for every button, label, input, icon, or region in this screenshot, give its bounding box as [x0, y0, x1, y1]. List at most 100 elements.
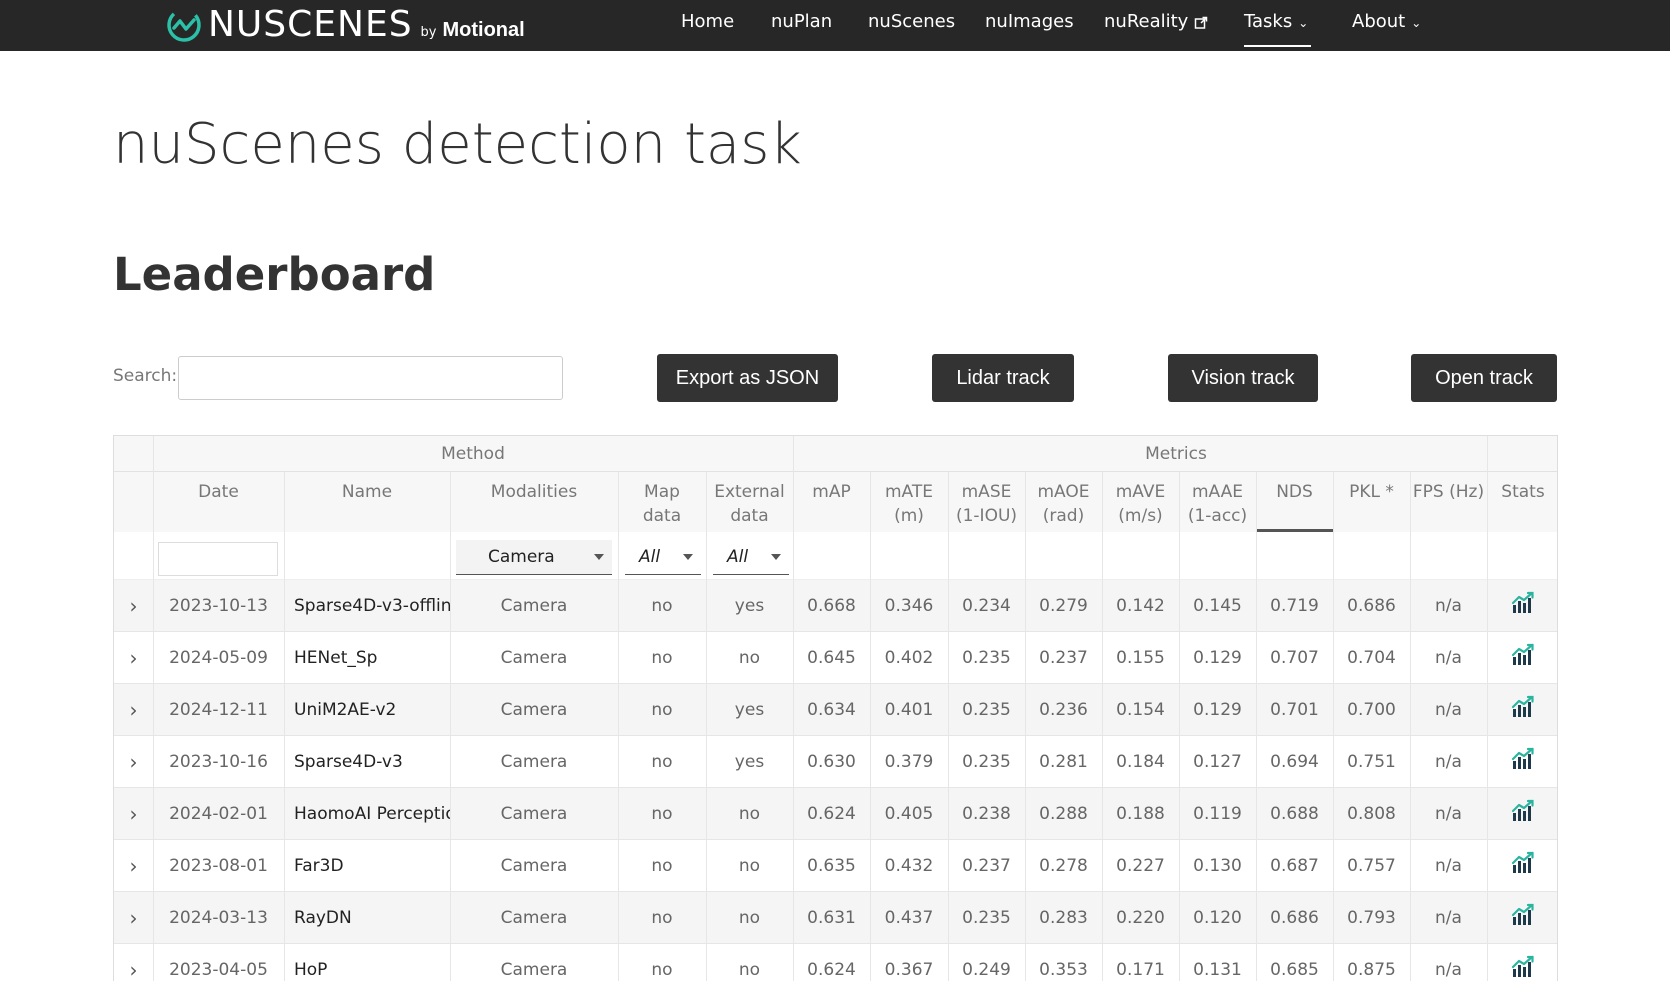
stats-chart-icon[interactable] [1511, 903, 1535, 932]
vision-track-button[interactable]: Vision track [1168, 354, 1318, 402]
nuscenes-logo[interactable]: NUSCENES by Motional [162, 2, 525, 48]
header-mate[interactable]: mATE (m) [870, 472, 948, 532]
cell-external-data: yes [734, 595, 765, 616]
header-date[interactable]: Date [153, 472, 284, 532]
logo-brand: Motional [442, 18, 525, 41]
cell-nds: 0.685 [1270, 959, 1319, 980]
nav-item-nureality[interactable]: nuReality [1104, 0, 1208, 51]
row-expand-button[interactable]: › [114, 684, 153, 735]
cell-stats[interactable] [1487, 788, 1557, 839]
logo-text: NUSCENES [208, 4, 413, 45]
row-expand-button[interactable]: › [114, 632, 153, 683]
cell-external-data: yes [734, 751, 765, 772]
row-expand-button[interactable]: › [114, 580, 153, 631]
stats-chart-icon[interactable] [1511, 955, 1535, 981]
row-expand-button[interactable]: › [114, 840, 153, 891]
table-row[interactable]: › 2023-10-16 Sparse4D-v3 Camera no yes 0.630 0.… [114, 736, 1557, 788]
cell-modalities: Camera [500, 751, 568, 772]
cell-stats[interactable] [1487, 944, 1557, 981]
nav-item-nuimages[interactable]: nuImages [985, 0, 1074, 51]
header-nds[interactable]: NDS [1256, 472, 1333, 532]
cell-stats[interactable] [1487, 580, 1557, 631]
header-pkl[interactable]: PKL * [1333, 472, 1410, 532]
cell-maoe: 0.281 [1039, 751, 1088, 772]
cell-maae: 0.130 [1193, 855, 1242, 876]
column-divider [1410, 472, 1411, 981]
export-json-button[interactable]: Export as JSON [657, 354, 838, 402]
stats-chart-icon[interactable] [1511, 591, 1535, 620]
cell-modalities: Camera [500, 907, 568, 928]
cell-mate: 0.437 [884, 907, 934, 928]
nav-item-home[interactable]: Home [681, 0, 734, 51]
row-expand-button[interactable]: › [114, 736, 153, 787]
leaderboard-table: Method Metrics Date Name Modalities Map … [113, 435, 1558, 981]
external-data-filter-select[interactable]: All [713, 540, 789, 575]
table-row[interactable]: › 2024-12-11 UniM2AE-v2 Camera no yes 0.634 0.4… [114, 684, 1557, 736]
cell-external-data: no [738, 907, 761, 928]
table-row[interactable]: › 2024-02-01 HaomoAI Perception Camera no no 0… [114, 788, 1557, 840]
header-name[interactable]: Name [284, 472, 450, 532]
table-filter-row: Camera All All [114, 532, 1557, 580]
stats-chart-icon[interactable] [1511, 851, 1535, 880]
search-input[interactable] [178, 356, 563, 400]
row-expand-button[interactable]: › [114, 892, 153, 943]
cell-nds: 0.701 [1270, 699, 1319, 720]
nav-item-about[interactable]: About ⌄ [1352, 0, 1421, 51]
nav-item-nuscenes[interactable]: nuScenes [868, 0, 955, 51]
nav-item-label: Home [681, 11, 735, 32]
row-expand-button[interactable]: › [114, 788, 153, 839]
header-mave[interactable]: mAVE (m/s) [1102, 472, 1179, 532]
header-stats[interactable]: Stats [1487, 472, 1557, 532]
cell-stats[interactable] [1487, 684, 1557, 735]
stats-chart-icon[interactable] [1511, 695, 1535, 724]
cell-map: 0.634 [807, 699, 856, 720]
cell-fps: n/a [1435, 647, 1462, 668]
header-mase[interactable]: mASE (1-IOU) [948, 472, 1025, 532]
cell-nds: 0.688 [1270, 803, 1319, 824]
header-maoe[interactable]: mAOE (rad) [1025, 472, 1102, 532]
cell-stats[interactable] [1487, 632, 1557, 683]
stats-chart-icon[interactable] [1511, 747, 1535, 776]
cell-map: 0.630 [807, 751, 856, 772]
modalities-filter-select[interactable]: Camera [456, 540, 612, 575]
cell-pkl: 0.751 [1347, 751, 1396, 772]
map-data-filter-select[interactable]: All [625, 540, 701, 575]
nav-item-tasks[interactable]: Tasks ⌄ [1244, 0, 1311, 51]
open-track-button[interactable]: Open track [1411, 354, 1557, 402]
date-filter-input[interactable] [158, 542, 278, 576]
cell-external-data: yes [734, 699, 765, 720]
header-modalities[interactable]: Modalities [450, 472, 618, 532]
lidar-track-button[interactable]: Lidar track [932, 354, 1074, 402]
cell-fps: n/a [1435, 907, 1462, 928]
row-expand-button[interactable]: › [114, 944, 153, 981]
table-header: Date Name Modalities Map data External d… [114, 472, 1557, 532]
cell-name: HoP [294, 959, 328, 980]
cell-pkl: 0.686 [1347, 595, 1396, 616]
table-row[interactable]: › 2023-04-05 HoP Camera no no 0.624 0.367 0.249 0… [114, 944, 1557, 981]
table-row[interactable]: › 2023-10-13 Sparse4D-v3-offline Camera no ye… [114, 580, 1557, 632]
stats-chart-icon[interactable] [1511, 643, 1535, 672]
header-external-data[interactable]: External data [706, 472, 793, 532]
cell-stats[interactable] [1487, 736, 1557, 787]
cell-maae: 0.129 [1193, 699, 1242, 720]
cell-stats[interactable] [1487, 840, 1557, 891]
column-divider [870, 472, 871, 981]
header-map[interactable]: mAP [793, 472, 870, 532]
chevron-down-icon: ⌄ [1411, 16, 1422, 30]
cell-date: 2023-08-01 [169, 855, 268, 876]
cell-map: 0.645 [807, 647, 856, 668]
stats-chart-icon[interactable] [1511, 799, 1535, 828]
cell-maae: 0.127 [1193, 751, 1242, 772]
cell-fps: n/a [1435, 855, 1462, 876]
cell-stats[interactable] [1487, 892, 1557, 943]
nav-item-nuplan[interactable]: nuPlan [771, 0, 832, 51]
table-row[interactable]: › 2024-05-09 HENet_Sp Camera no no 0.645 0.402 0… [114, 632, 1557, 684]
table-row[interactable]: › 2024-03-13 RayDN Camera no no 0.631 0.437 0.23… [114, 892, 1557, 944]
map-data-filter-value: All [639, 547, 661, 567]
nav-item-label: nuImages [985, 11, 1074, 32]
table-row[interactable]: › 2023-08-01 Far3D Camera no no 0.635 0.432 0.23… [114, 840, 1557, 892]
header-map-data[interactable]: Map data [618, 472, 706, 532]
header-fps[interactable]: FPS (Hz) [1410, 472, 1487, 532]
logo-by: by [420, 24, 437, 40]
header-maae[interactable]: mAAE (1-acc) [1179, 472, 1256, 532]
